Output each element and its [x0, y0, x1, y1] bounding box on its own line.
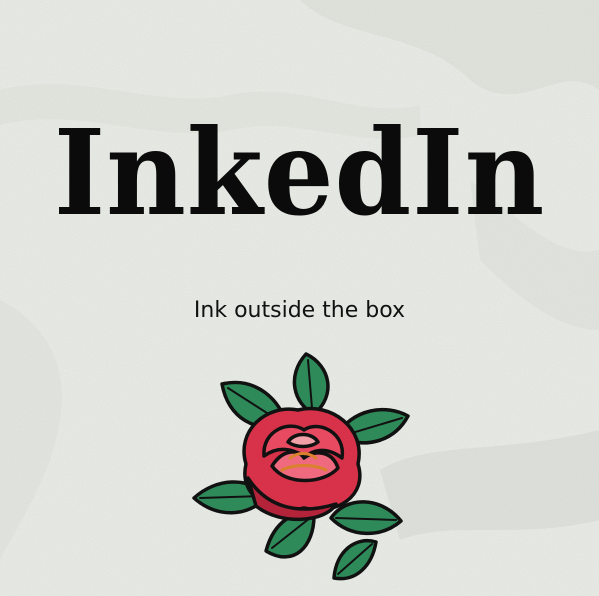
rose-tattoo-icon	[192, 352, 410, 581]
brand-tagline: Ink outside the box	[193, 298, 406, 323]
brand-title: InkedIn	[53, 103, 546, 242]
